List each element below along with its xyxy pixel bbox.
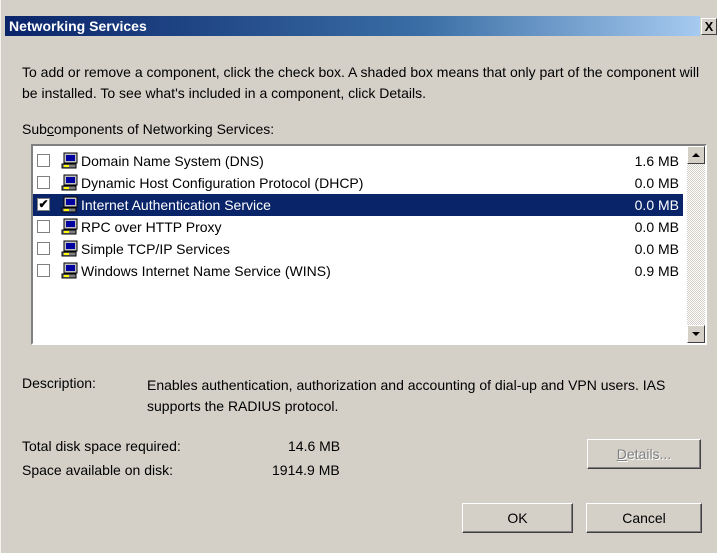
component-size: 1.6 MB: [634, 153, 679, 169]
disk-required-label: Total disk space required:: [22, 438, 181, 454]
description-label: Description:: [22, 375, 96, 391]
network-computer-icon: [61, 152, 78, 169]
close-button[interactable]: X: [701, 18, 717, 35]
arrow-down-icon: [692, 332, 700, 336]
subcomponents-label: Subcomponents of Networking Services:: [22, 121, 275, 137]
vertical-scrollbar[interactable]: [687, 146, 705, 343]
disk-required-value: 14.6 MB: [288, 438, 341, 454]
list-item[interactable]: RPC over HTTP Proxy 0.0 MB: [33, 216, 683, 238]
details-button[interactable]: Details...: [587, 439, 701, 469]
disk-available-label: Space available on disk:: [22, 462, 173, 478]
cancel-button[interactable]: Cancel: [586, 503, 702, 533]
component-label: Dynamic Host Configuration Protocol (DHC…: [81, 175, 364, 191]
description-text: Enables authentication, authorization an…: [147, 377, 666, 414]
window-title: Networking Services: [5, 16, 700, 36]
component-size: 0.0 MB: [634, 197, 679, 213]
arrow-up-icon: [692, 153, 700, 157]
scroll-up-button[interactable]: [687, 146, 705, 164]
subcomponents-listbox[interactable]: Domain Name System (DNS) 1.6 MB Dynamic Ho…: [31, 144, 707, 345]
intro-text: To add or remove a component, click the …: [22, 64, 700, 101]
networking-services-dialog: Networking Services X To add or remove a…: [0, 0, 717, 553]
component-size: 0.0 MB: [634, 219, 679, 235]
network-computer-icon: [61, 218, 78, 235]
network-computer-icon: [61, 262, 78, 279]
component-checkbox[interactable]: [37, 220, 50, 233]
component-checkbox[interactable]: ✔: [37, 198, 50, 211]
component-size: 0.9 MB: [634, 263, 679, 279]
list-item[interactable]: ✔ Internet Authentication Service 0.0 MB: [33, 194, 683, 216]
component-checkbox[interactable]: [37, 154, 50, 167]
component-size: 0.0 MB: [634, 175, 679, 191]
disk-available-value: 1914.9 MB: [272, 462, 340, 478]
list-item[interactable]: Windows Internet Name Service (WINS) 0.9 …: [33, 260, 683, 282]
title-bar: Networking Services X: [1, 0, 717, 36]
list-item[interactable]: Simple TCP/IP Services 0.0 MB: [33, 238, 683, 260]
component-checkbox[interactable]: [37, 176, 50, 189]
component-checkbox[interactable]: [37, 242, 50, 255]
list-item[interactable]: Domain Name System (DNS) 1.6 MB: [33, 150, 683, 172]
component-label: Internet Authentication Service: [81, 197, 271, 213]
scroll-down-button[interactable]: [687, 325, 705, 343]
component-label: Windows Internet Name Service (WINS): [81, 263, 331, 279]
component-label: Domain Name System (DNS): [81, 153, 264, 169]
network-computer-icon: [61, 240, 78, 257]
component-label: Simple TCP/IP Services: [81, 241, 230, 257]
network-computer-icon: [61, 196, 78, 213]
list-item[interactable]: Dynamic Host Configuration Protocol (DHC…: [33, 172, 683, 194]
ok-button[interactable]: OK: [462, 503, 573, 533]
component-checkbox[interactable]: [37, 264, 50, 277]
network-computer-icon: [61, 174, 78, 191]
close-icon[interactable]: X: [705, 19, 714, 34]
component-size: 0.0 MB: [634, 241, 679, 257]
component-label: RPC over HTTP Proxy: [81, 219, 222, 235]
